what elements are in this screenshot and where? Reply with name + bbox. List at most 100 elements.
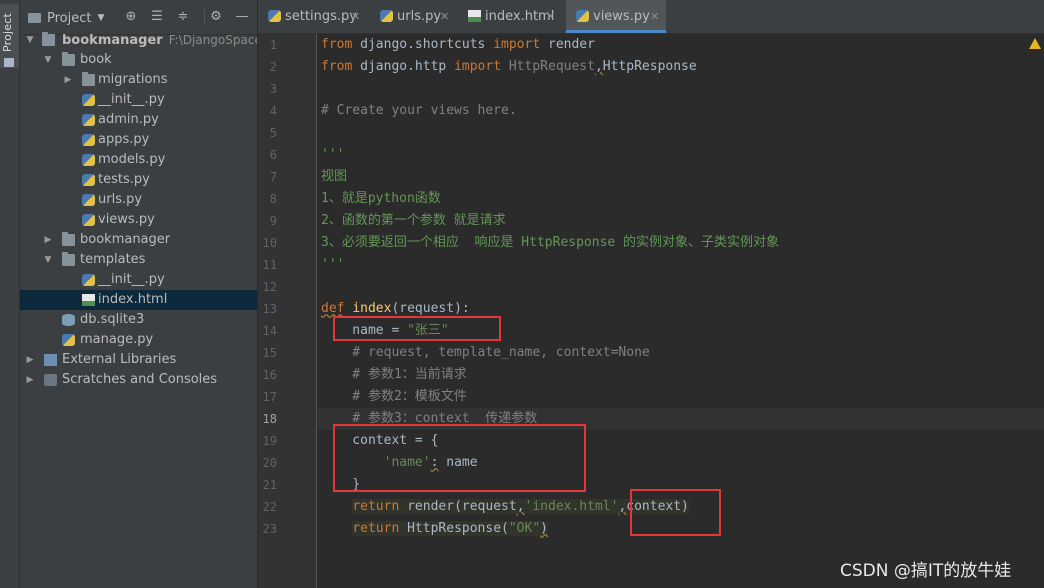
close-icon[interactable]: ✕ <box>546 0 555 33</box>
tree-item-label: admin.py <box>98 112 159 127</box>
chevron-right-icon[interactable]: ▶ <box>62 70 74 90</box>
line-number: 4 <box>269 104 277 118</box>
line-number: 13 <box>262 302 277 316</box>
tree-item-index-html[interactable]: index.html <box>20 290 257 310</box>
project-path: F:\DjangoSpace\b <box>168 33 257 47</box>
tree-item-init-py[interactable]: __init__.py <box>20 90 257 110</box>
tab-label: urls.py <box>397 9 442 24</box>
tree-item-templates[interactable]: ▼ templates <box>20 250 257 270</box>
tree-item-label: book <box>80 52 112 67</box>
code-line-4: # Create your views here. <box>321 103 517 118</box>
line-number: 19 <box>262 434 277 448</box>
project-view-selector[interactable]: Project ▼ <box>28 9 104 27</box>
line-number: 16 <box>262 368 277 382</box>
close-icon[interactable]: ✕ <box>650 0 659 33</box>
html-file-icon <box>468 10 481 22</box>
close-icon[interactable]: ✕ <box>440 0 449 33</box>
html-file-icon <box>82 294 95 306</box>
tree-item-admin-py[interactable]: admin.py <box>20 110 257 130</box>
tree-item-db-sqlite3[interactable]: db.sqlite3 <box>20 310 257 330</box>
tab-label: index.html <box>485 9 555 24</box>
line-number: 5 <box>269 126 277 140</box>
tree-item-bookmanager[interactable]: ▶ bookmanager <box>20 230 257 250</box>
line-number: 11 <box>262 258 277 272</box>
folder-icon <box>4 58 14 67</box>
tree-item-scratches-and-consoles[interactable]: ▶ Scratches and Consoles <box>20 370 257 390</box>
tab-settings-py[interactable]: settings.py ✕ <box>258 0 368 33</box>
code-line-14: name = "张三" <box>321 323 449 338</box>
hide-icon[interactable]: — <box>234 9 250 25</box>
line-number: 12 <box>262 280 277 294</box>
chevron-down-icon[interactable]: ▼ <box>24 30 36 50</box>
ide-window: Project Project ▼ ⊕ ☰ ≑ ⚙ — ▼ bookmanage… <box>0 0 1044 588</box>
python-file-icon <box>380 10 393 22</box>
line-number: 14 <box>262 324 277 338</box>
code-line-17: # 参数2：模板文件 <box>321 389 467 404</box>
line-number: 10 <box>262 236 277 250</box>
code-line-20: 'name': name <box>383 455 478 470</box>
code-line-11: ''' <box>321 257 345 272</box>
tree-item-book[interactable]: ▼ book <box>20 50 257 70</box>
tree-item-models-py[interactable]: models.py <box>20 150 257 170</box>
folder-icon <box>28 13 41 23</box>
gear-icon[interactable]: ⚙ <box>208 9 224 25</box>
warning-icon[interactable] <box>1029 38 1041 49</box>
tree-item-views-py[interactable]: views.py <box>20 210 257 230</box>
tree-item-label: index.html <box>98 292 168 307</box>
tree-item-templates-init-py[interactable]: __init__.py <box>20 270 257 290</box>
chevron-down-icon[interactable]: ▼ <box>42 250 54 270</box>
line-number-gutter: 1 2 3 4 5 6 7 8 9 10 11 12 13 14 15 16 1… <box>258 34 316 588</box>
tab-views-py[interactable]: views.py ✕ <box>566 0 666 33</box>
code-line-6: ''' <box>321 147 345 162</box>
chevron-right-icon[interactable]: ▶ <box>24 350 36 370</box>
code-line-16: # 参数1：当前请求 <box>321 367 467 382</box>
tree-item-manage-py[interactable]: manage.py <box>20 330 257 350</box>
folder-icon <box>62 52 75 66</box>
line-number: 7 <box>269 170 277 184</box>
folder-icon <box>82 72 95 86</box>
tree-item-label: bookmanager <box>62 33 163 48</box>
tree-item-external-libraries[interactable]: ▶ External Libraries <box>20 350 257 370</box>
tab-urls-py[interactable]: urls.py ✕ <box>370 0 456 33</box>
project-tool-tab-label: Project <box>1 12 14 52</box>
watermark: CSDN @搞IT的放牛娃 <box>840 561 1012 581</box>
chevron-down-icon[interactable]: ▼ <box>42 50 54 70</box>
expand-all-icon[interactable]: ☰ <box>149 9 165 25</box>
tree-item-tests-py[interactable]: tests.py <box>20 170 257 190</box>
tree-item-label: __init__.py <box>98 92 165 107</box>
line-number: 2 <box>269 60 277 74</box>
chevron-right-icon[interactable]: ▶ <box>42 230 54 250</box>
database-icon <box>62 314 75 326</box>
code-line-1: from django.shortcuts import render <box>321 37 595 52</box>
toolbar-divider <box>204 9 205 25</box>
code-editor[interactable]: from django.shortcuts import render from… <box>317 34 1044 588</box>
tree-item-migrations[interactable]: ▶ migrations <box>20 70 257 90</box>
tree-item-label: db.sqlite3 <box>80 312 145 327</box>
project-tool-tab[interactable]: Project <box>0 4 19 68</box>
library-icon <box>44 354 57 366</box>
tree-item-apps-py[interactable]: apps.py <box>20 130 257 150</box>
tree-item-label: tests.py <box>98 172 150 187</box>
tree-item-bookmanager-root[interactable]: ▼ bookmanager F:\DjangoSpace\b <box>20 30 257 50</box>
collapse-all-icon[interactable]: ≑ <box>175 9 191 25</box>
python-file-icon <box>576 10 589 22</box>
tree-item-label: urls.py <box>98 192 143 207</box>
tab-label: views.py <box>593 9 650 24</box>
tab-index-html[interactable]: index.html ✕ <box>458 0 562 33</box>
python-file-icon <box>82 274 95 286</box>
code-line-10: 3、必须要返回一个相应 响应是 HttpResponse 的实例对象、子类实例对… <box>321 235 780 250</box>
locate-icon[interactable]: ⊕ <box>123 9 139 25</box>
code-line-9: 2、函数的第一个参数 就是请求 <box>321 213 506 228</box>
project-tree: ▼ bookmanager F:\DjangoSpace\b ▼ book ▶ m… <box>20 30 257 390</box>
close-icon[interactable]: ✕ <box>351 0 360 33</box>
chevron-right-icon[interactable]: ▶ <box>24 370 36 390</box>
tree-item-urls-py[interactable]: urls.py <box>20 190 257 210</box>
python-file-icon <box>82 214 95 226</box>
line-number: 6 <box>269 148 277 162</box>
tree-item-label: manage.py <box>80 332 154 347</box>
project-panel: Project ▼ ⊕ ☰ ≑ ⚙ — ▼ bookmanager F:\Djan… <box>20 0 257 588</box>
code-line-22: return render(request,'index.html',conte… <box>352 499 689 514</box>
tree-item-label: __init__.py <box>98 272 165 287</box>
python-file-icon <box>268 10 281 22</box>
tree-item-label: External Libraries <box>62 352 177 367</box>
